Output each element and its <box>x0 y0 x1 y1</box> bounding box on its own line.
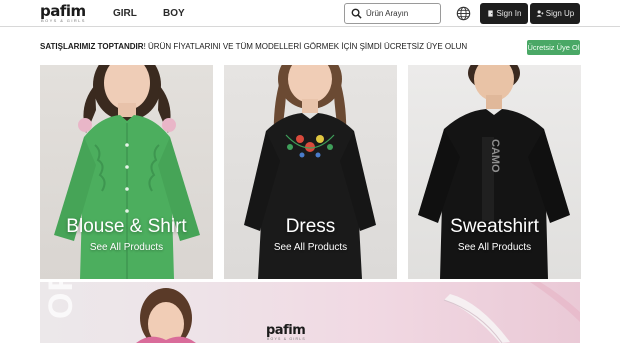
logo-tagline: BOYS & GIRLS <box>41 18 86 23</box>
search-input[interactable] <box>366 9 440 18</box>
banner-logo-wordmark: pafim <box>266 323 306 338</box>
wholesale-notice: SATIŞLARIMIZ TOPTANDIR! ÜRÜN FİYATLARINI… <box>40 42 467 51</box>
wholesale-notice-bold: SATIŞLARIMIZ TOPTANDIR <box>40 42 144 51</box>
wholesale-notice-text: ! ÜRÜN FİYATLARINI VE TÜM MODELLERİ GÖRM… <box>143 42 468 51</box>
logo-wordmark: pafim <box>40 2 86 20</box>
category-title: Blouse & Shirt <box>66 216 187 237</box>
category-card-blouse-shirt[interactable]: Blouse & Shirt See All Products <box>40 65 213 279</box>
door-icon <box>487 10 494 17</box>
user-plus-icon <box>536 10 544 17</box>
site-logo[interactable]: pafim BOYS & GIRLS <box>40 4 100 24</box>
banner-background-word: ORT <box>42 282 81 319</box>
globe-icon[interactable] <box>456 6 471 21</box>
promo-banner[interactable]: ORT pafim BOYS & GIRLS <box>40 282 580 343</box>
see-all-products-link[interactable]: See All Products <box>408 242 581 253</box>
search-box[interactable] <box>344 3 441 24</box>
category-card-sweatshirt[interactable]: CAMO Sweatshirt See All Products <box>408 65 581 279</box>
banner-logo: pafim BOYS & GIRLS <box>266 323 306 342</box>
nav-girl-link[interactable]: GIRL <box>113 8 137 19</box>
sign-in-label: Sign In <box>496 9 522 18</box>
category-card-dress[interactable]: Dress See All Products <box>224 65 397 279</box>
nav-boy-link[interactable]: BOY <box>163 8 185 19</box>
free-signup-button[interactable]: Ücretsiz Üye Ol <box>527 40 580 55</box>
sign-up-button[interactable]: Sign Up <box>530 3 580 24</box>
category-title: Sweatshirt <box>450 216 539 237</box>
banner-logo-tagline: BOYS & GIRLS <box>267 337 306 341</box>
sign-up-label: Sign Up <box>545 9 575 18</box>
svg-text:CAMO: CAMO <box>489 139 501 173</box>
see-all-products-link[interactable]: See All Products <box>224 242 397 253</box>
banner-artwork <box>136 282 580 343</box>
category-title: Dress <box>285 216 336 237</box>
sign-in-button[interactable]: Sign In <box>480 3 528 24</box>
see-all-products-link[interactable]: See All Products <box>40 242 213 253</box>
site-header: pafim BOYS & GIRLS GIRL BOY Sign In Sign… <box>0 0 620 27</box>
search-icon[interactable] <box>348 6 364 22</box>
